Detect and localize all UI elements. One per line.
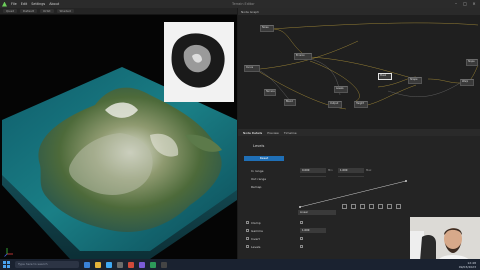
tab-timeline[interactable]: Timeline [284, 131, 297, 135]
graph-node[interactable]: Levels [334, 86, 348, 93]
graph-node[interactable]: Noise [260, 25, 274, 32]
curve-point[interactable] [299, 206, 301, 208]
levels-label: Levels [251, 245, 261, 249]
system-tray-clock[interactable]: 12:48 09/03/2023 [459, 261, 476, 269]
graph-node[interactable]: Warp [460, 79, 474, 86]
title-bar: File Edit Settings About Terrain Editor … [0, 0, 480, 8]
invert-label: Invert [251, 237, 260, 241]
clamp-label: Clamp [251, 221, 261, 225]
curve-key-slot[interactable] [387, 204, 392, 209]
in-range-min-unit: Min [328, 169, 333, 172]
invert-checkbox[interactable] [246, 237, 249, 240]
levels-checkbox[interactable] [246, 245, 249, 248]
settings-icon[interactable] [117, 261, 123, 268]
in-range-label: In range [251, 169, 264, 173]
viewport-layout-dropdown[interactable]: Quad [3, 9, 18, 13]
in-range-min-field[interactable]: 0.000 [300, 168, 326, 173]
graph-title: Node Graph [241, 9, 259, 14]
file-explorer-icon[interactable] [95, 261, 101, 268]
close-icon[interactable]: × [470, 1, 478, 7]
taskbar-search-input[interactable]: Type here to search [15, 261, 79, 268]
out-range-label: Out range [251, 177, 267, 181]
curve-key-slot[interactable] [342, 204, 347, 209]
clock-date: 09/03/2023 [458, 265, 476, 269]
reset-button[interactable]: Reset [244, 156, 284, 161]
obs-icon[interactable] [161, 261, 167, 268]
invert-toggle[interactable] [300, 237, 303, 240]
window-title: Terrain Editor [232, 2, 255, 6]
graph-node[interactable]: Shape [408, 77, 422, 84]
clamp-toggle[interactable] [300, 221, 303, 224]
graph-node[interactable]: Erosion [294, 53, 312, 60]
discord-icon[interactable] [139, 261, 145, 268]
graph-node[interactable]: Terrace [264, 89, 276, 96]
heightmap-preview [164, 22, 234, 102]
terrain-viewport[interactable] [0, 15, 237, 259]
graph-node[interactable]: Output [328, 101, 342, 108]
task-view-icon[interactable] [84, 261, 90, 268]
chrome-icon[interactable] [128, 261, 134, 268]
maximize-icon[interactable]: □ [461, 1, 469, 7]
node-graph[interactable]: Noise Erosion Curve Terrace Blend Levels… [238, 15, 480, 129]
menu-file[interactable]: File [11, 2, 17, 6]
viewport-toolbar: Quad Default Orbit Shaded [0, 8, 237, 15]
tab-preview[interactable]: Preview [267, 131, 279, 135]
menu-edit[interactable]: Edit [21, 2, 28, 6]
in-range-max-unit: Max [366, 169, 372, 172]
menu-settings[interactable]: Settings [31, 2, 45, 6]
gamma-checkbox[interactable] [246, 229, 249, 232]
curve-key-slot[interactable] [378, 204, 383, 209]
menu-about[interactable]: About [49, 2, 59, 6]
os-taskbar: Type here to search 12:48 09/03/2023 [0, 259, 480, 270]
curve-key-slot[interactable] [360, 204, 365, 209]
webcam-overlay [410, 217, 480, 261]
graph-node[interactable]: Curve [244, 65, 260, 72]
curve-key-slot[interactable] [351, 204, 356, 209]
shading-dropdown[interactable]: Shaded [56, 9, 74, 13]
camera-mode-dropdown[interactable]: Orbit [39, 9, 54, 13]
levels-toggle[interactable] [300, 245, 303, 248]
axis-gizmo-icon [4, 248, 13, 257]
terrain-app-icon[interactable] [150, 261, 156, 268]
gamma-field[interactable]: 1.000 [300, 228, 326, 233]
viewport-preset-dropdown[interactable]: Default [20, 9, 37, 13]
curve-key-slot[interactable] [396, 204, 401, 209]
interpolation-dropdown[interactable]: Linear [298, 210, 336, 215]
tab-node-details[interactable]: Node Details [243, 131, 262, 135]
clamp-checkbox[interactable] [246, 221, 249, 224]
graph-panel-header: Node Graph [238, 8, 480, 15]
minimize-icon[interactable]: – [452, 1, 460, 7]
gamma-label: Gamma [251, 229, 263, 233]
windows-start-icon[interactable] [3, 261, 10, 268]
graph-node[interactable]: Mask [378, 73, 392, 80]
curve-key-slot[interactable] [369, 204, 374, 209]
graph-wires [257, 22, 479, 110]
app-logo-icon [2, 1, 7, 7]
inspector-tabs: Node Details Preview Timeline [238, 129, 480, 136]
graph-node[interactable]: Blend [284, 99, 296, 106]
graph-node[interactable]: Height [354, 101, 368, 108]
node-title: Levels [253, 144, 265, 148]
remap-label: Remap [251, 185, 262, 189]
graph-node[interactable]: Slope [466, 59, 478, 66]
curve-point[interactable] [405, 180, 407, 182]
in-range-max-field[interactable]: 1.000 [338, 168, 364, 173]
edge-browser-icon[interactable] [106, 261, 112, 268]
